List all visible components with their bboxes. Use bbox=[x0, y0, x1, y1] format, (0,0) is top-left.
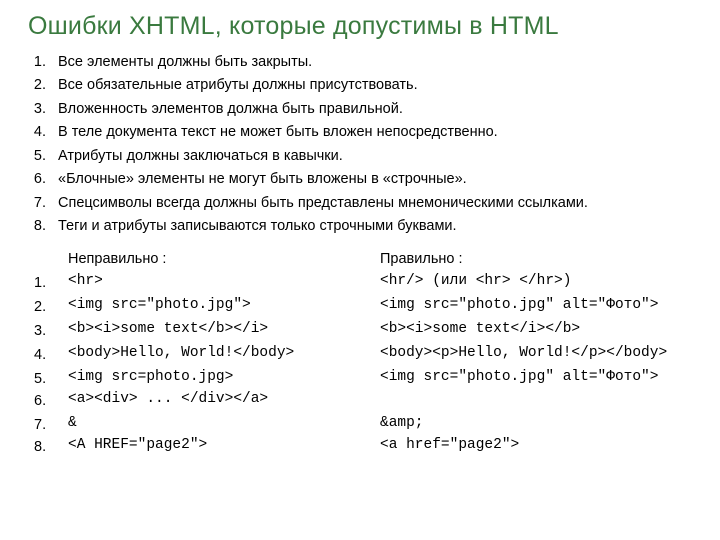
row-num: 8. bbox=[28, 436, 68, 458]
row-num: 3. bbox=[28, 320, 68, 342]
right-column: Правильно : <hr/> (или <hr> </hr>) <img … bbox=[380, 248, 692, 458]
wrong-code: <a><div> ... </div></a> bbox=[68, 388, 380, 410]
row-num: 7. bbox=[28, 414, 68, 436]
row-num: 6. bbox=[28, 390, 68, 412]
right-code: <hr/> (или <hr> </hr>) bbox=[380, 270, 692, 292]
wrong-code: <A HREF="page2"> bbox=[68, 434, 380, 456]
wrong-code: <b><i>some text</b></i> bbox=[68, 318, 380, 340]
wrong-header: Неправильно : bbox=[68, 248, 380, 270]
row-num: 2. bbox=[28, 296, 68, 318]
wrong-code: <hr> bbox=[68, 270, 380, 292]
row-num: 5. bbox=[28, 368, 68, 390]
wrong-code: <body>Hello, World!</body> bbox=[68, 342, 380, 364]
rule-item: В теле документа текст не может быть вло… bbox=[50, 121, 692, 143]
wrong-column: Неправильно : <hr> <img src="photo.jpg">… bbox=[68, 248, 380, 458]
wrong-code: & bbox=[68, 412, 380, 434]
rule-item: Спецсимволы всегда должны быть представл… bbox=[50, 192, 692, 214]
wrong-code: <img src="photo.jpg"> bbox=[68, 294, 380, 316]
rule-item: Теги и атрибуты записываются только стро… bbox=[50, 215, 692, 237]
slide-title: Ошибки XHTML, которые допустимы в HTML bbox=[28, 12, 692, 41]
row-num: 4. bbox=[28, 344, 68, 366]
right-header: Правильно : bbox=[380, 248, 692, 270]
right-code: <img src="photo.jpg" alt="Фото"> bbox=[380, 294, 692, 316]
rule-item: Все элементы должны быть закрыты. bbox=[50, 51, 692, 73]
wrong-code: <img src=photo.jpg> bbox=[68, 366, 380, 388]
rule-item: Все обязательные атрибуты должны присутс… bbox=[50, 74, 692, 96]
rules-list: Все элементы должны быть закрыты. Все об… bbox=[28, 51, 692, 238]
right-code: &amp; bbox=[380, 412, 692, 434]
rule-item: Атрибуты должны заключаться в кавычки. bbox=[50, 145, 692, 167]
right-code: <body><p>Hello, World!</p></body> bbox=[380, 342, 692, 364]
right-code: <b><i>some text</i></b> bbox=[380, 318, 692, 340]
right-code: <a href="page2"> bbox=[380, 434, 692, 456]
right-code bbox=[380, 388, 692, 410]
row-num: 1. bbox=[28, 272, 68, 294]
right-code: <img src="photo.jpg" alt="Фото"> bbox=[380, 366, 692, 388]
rule-item: Вложенность элементов должна быть правил… bbox=[50, 98, 692, 120]
examples-table: 1. 2. 3. 4. 5. 6. 7. 8. Неправильно : <h… bbox=[28, 248, 692, 458]
rule-item: «Блочные» элементы не могут быть вложены… bbox=[50, 168, 692, 190]
example-numbers: 1. 2. 3. 4. 5. 6. 7. 8. bbox=[28, 248, 68, 458]
